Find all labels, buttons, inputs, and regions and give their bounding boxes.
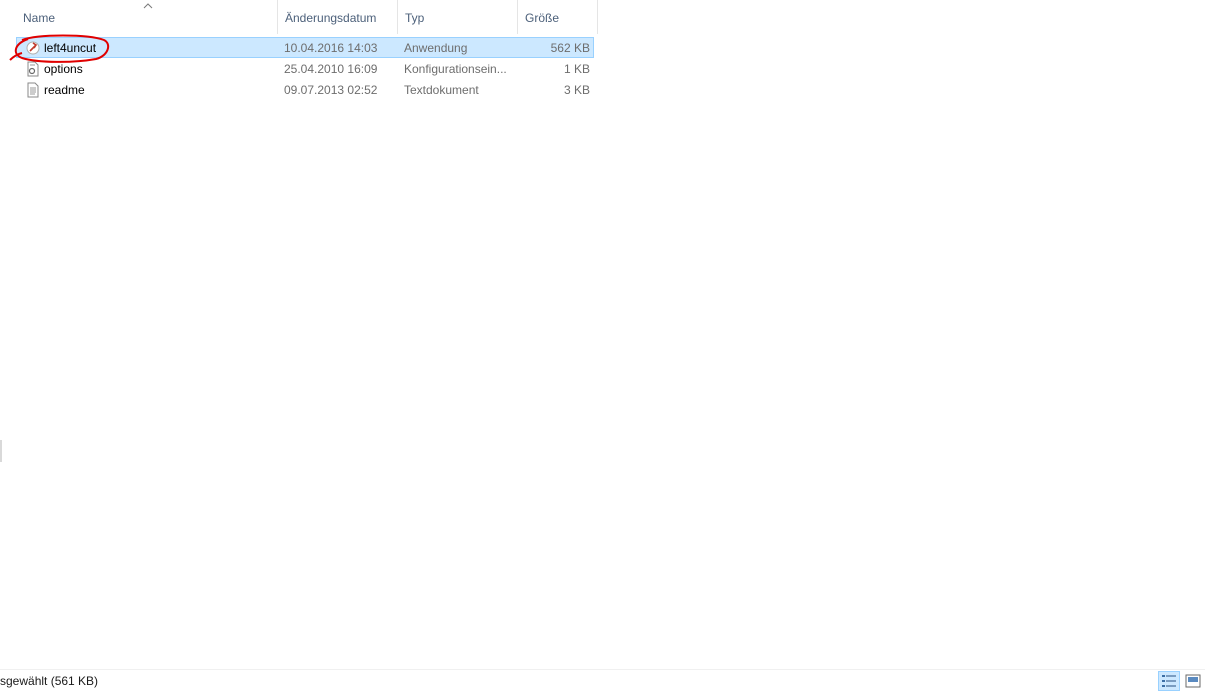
column-header-name-label: Name (23, 11, 56, 25)
file-name: left4uncut (44, 41, 97, 55)
file-size: 3 KB (563, 83, 590, 97)
file-explorer-window: Name Änderungsdatum Typ Größe left4uncut… (0, 0, 1205, 691)
details-view-icon (1162, 675, 1176, 687)
file-name: options (44, 62, 83, 76)
file-size: 1 KB (563, 62, 590, 76)
file-type: Anwendung (404, 41, 468, 55)
status-selection-text: sgewählt (561 KB) (0, 674, 99, 688)
status-bar: sgewählt (561 KB) (0, 669, 1205, 691)
column-header-size-label: Größe (525, 11, 560, 25)
application-icon (26, 41, 40, 55)
preview-view-button[interactable] (1182, 671, 1204, 691)
config-file-icon (27, 61, 39, 77)
file-row-options[interactable]: options 25.04.2010 16:09 Konfigurationse… (16, 58, 594, 79)
file-row-readme[interactable]: readme 09.07.2013 02:52 Textdokument 3 K… (16, 79, 594, 100)
details-view-button[interactable] (1158, 671, 1180, 691)
column-header-type-label: Typ (405, 11, 425, 25)
file-date: 25.04.2010 16:09 (284, 62, 378, 76)
column-header-size[interactable]: Größe (518, 0, 598, 34)
file-date: 10.04.2016 14:03 (284, 41, 378, 55)
file-list: left4uncut 10.04.2016 14:03 Anwendung 56… (16, 37, 594, 100)
file-date: 09.07.2013 02:52 (284, 83, 378, 97)
file-type: Konfigurationsein... (404, 62, 507, 76)
column-header-date-label: Änderungsdatum (285, 11, 377, 25)
file-type: Textdokument (404, 83, 479, 97)
column-header: Name Änderungsdatum Typ Größe (0, 0, 600, 34)
pane-resize-handle[interactable] (0, 440, 2, 462)
file-size: 562 KB (550, 41, 590, 55)
file-row-left4uncut[interactable]: left4uncut 10.04.2016 14:03 Anwendung 56… (16, 37, 594, 58)
sort-ascending-icon (143, 3, 153, 9)
text-file-icon (27, 82, 39, 98)
file-name: readme (44, 83, 85, 97)
large-icons-view-icon (1185, 674, 1201, 688)
column-header-date[interactable]: Änderungsdatum (278, 0, 398, 34)
column-header-type[interactable]: Typ (398, 0, 518, 34)
